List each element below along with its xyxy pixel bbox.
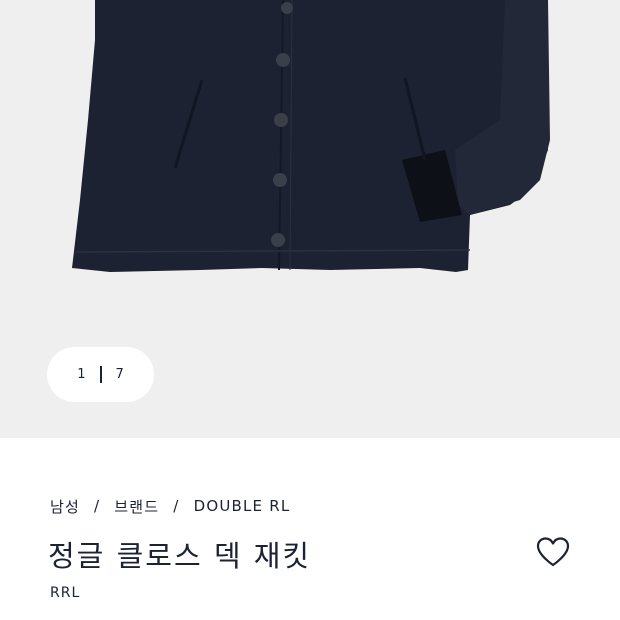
wishlist-button[interactable]: [535, 535, 571, 569]
jacket-button: [271, 233, 285, 247]
jacket-button: [274, 113, 288, 127]
heart-outline-icon: [536, 537, 570, 567]
image-pager[interactable]: 1 7: [47, 347, 154, 402]
product-brand: RRL: [50, 585, 81, 601]
breadcrumb: 남성 / 브랜드 / DOUBLE RL: [50, 496, 290, 516]
breadcrumb-separator: /: [173, 497, 180, 515]
pager-divider: [99, 366, 102, 383]
breadcrumb-separator: /: [94, 497, 101, 515]
pager-current: 1: [77, 367, 86, 382]
breadcrumb-item-brands[interactable]: 브랜드: [114, 496, 159, 517]
product-image-gallery[interactable]: 1 7: [0, 0, 620, 438]
product-title: 정글 클로스 덱 재킷: [48, 539, 312, 573]
jacket-button: [276, 53, 290, 67]
breadcrumb-item-double-rl[interactable]: DOUBLE RL: [194, 497, 291, 515]
jacket-button: [273, 173, 287, 187]
pager-total: 7: [115, 367, 124, 382]
jacket-button: [281, 2, 293, 14]
breadcrumb-item-men[interactable]: 남성: [50, 496, 80, 517]
